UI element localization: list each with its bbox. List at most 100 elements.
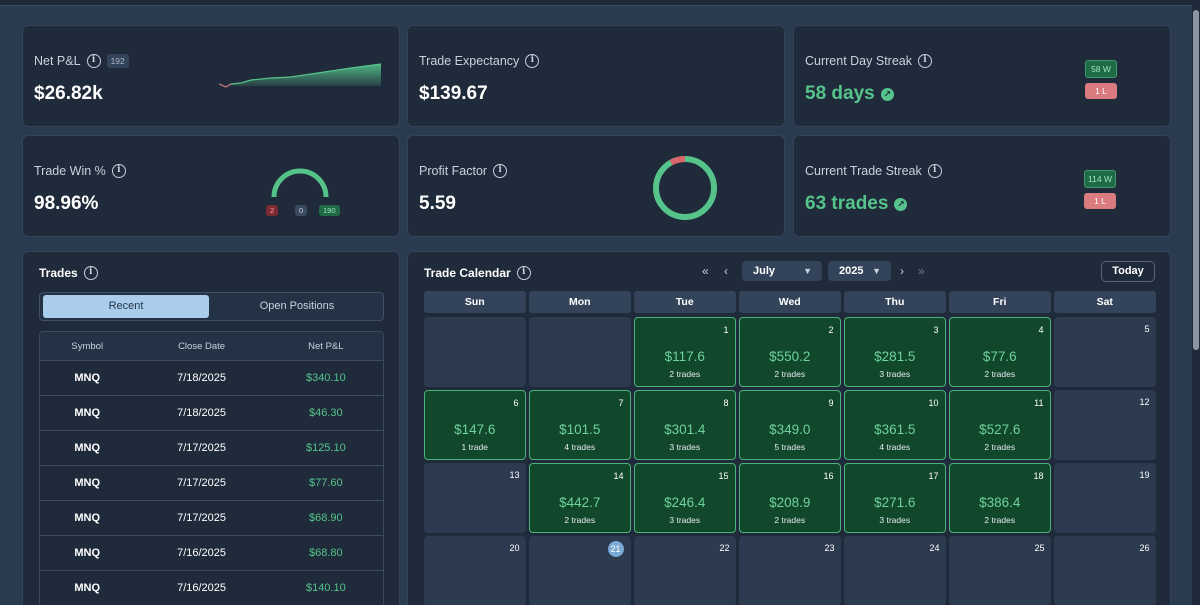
profit-factor-donut (653, 156, 717, 220)
day-trade-count: 2 trades (774, 369, 806, 379)
day-number: 9 (828, 398, 834, 408)
scrollbar-thumb[interactable] (1193, 10, 1199, 350)
table-row[interactable]: MNQ 7/18/2025 $340.10 (40, 361, 383, 396)
info-icon[interactable]: i (493, 164, 508, 178)
scrollbar[interactable] (1192, 0, 1200, 605)
column-header-close-date[interactable]: Close Date (134, 341, 268, 352)
calendar-day-1[interactable]: 1 $117.6 2 trades (634, 317, 736, 387)
day-trade-count: 2 trades (774, 515, 806, 525)
calendar-day-14[interactable]: 14 $442.7 2 trades (529, 463, 631, 533)
info-icon[interactable]: i (111, 164, 126, 178)
day-trade-count: 3 trades (879, 369, 911, 379)
day-number: 13 (509, 470, 520, 480)
info-icon[interactable]: i (86, 54, 101, 68)
calendar-day-15[interactable]: 15 $246.4 3 trades (634, 463, 736, 533)
table-row[interactable]: MNQ 7/17/2025 $68.90 (40, 501, 383, 536)
arrow-up-right-icon: ↗ (894, 197, 908, 211)
day-number: 11 (1034, 398, 1044, 408)
calendar-day-empty[interactable] (424, 317, 526, 387)
day-pnl: $386.4 (979, 495, 1021, 510)
day-number: 26 (1139, 543, 1150, 553)
next-month-icon[interactable]: › (900, 264, 904, 278)
day-pnl: $527.6 (979, 422, 1021, 437)
chevron-down-icon: ▼ (872, 266, 881, 276)
day-trade-count: 3 trades (879, 515, 911, 525)
day-trade-count: 2 trades (984, 369, 1016, 379)
calendar-day-6[interactable]: 6 $147.6 1 trade (424, 390, 526, 460)
calendar-day-21[interactable]: 21 (529, 536, 631, 605)
trade-close-date: 7/17/2025 (177, 442, 227, 454)
trades-label: Trades (39, 266, 78, 280)
day-trade-count: 2 trades (669, 369, 701, 379)
calendar-day-8[interactable]: 8 $301.4 3 trades (634, 390, 736, 460)
calendar-day-4[interactable]: 4 $77.6 2 trades (949, 317, 1051, 387)
info-icon[interactable]: i (516, 266, 531, 280)
day-number: 6 (513, 398, 519, 408)
trade-close-date: 7/17/2025 (177, 477, 227, 489)
calendar-day-23[interactable]: 23 (739, 536, 841, 605)
info-icon[interactable]: i (525, 54, 540, 68)
today-button[interactable]: Today (1101, 261, 1155, 282)
calendar-day-22[interactable]: 22 (634, 536, 736, 605)
day-number: 19 (1139, 470, 1150, 480)
win-pct-gauge (271, 168, 329, 198)
calendar-day-11[interactable]: 11 $527.6 2 trades (949, 390, 1051, 460)
trade-streak-wins: 114 W (1084, 170, 1116, 188)
calendar-day-16[interactable]: 16 $208.9 2 trades (739, 463, 841, 533)
day-number: 3 (933, 325, 939, 335)
table-row[interactable]: MNQ 7/18/2025 $46.30 (40, 396, 383, 431)
day-trade-count: 4 trades (564, 442, 596, 452)
calendar-day-9[interactable]: 9 $349.0 5 trades (739, 390, 841, 460)
tab-open-positions[interactable]: Open Positions (213, 295, 381, 318)
calendar-day-12[interactable]: 12 (1054, 390, 1156, 460)
month-select[interactable]: July ▼ (742, 261, 822, 281)
calendar-day-5[interactable]: 5 (1054, 317, 1156, 387)
prev-month-icon[interactable]: ‹ (724, 264, 728, 278)
tab-recent[interactable]: Recent (43, 295, 209, 318)
calendar-day-empty[interactable] (529, 317, 631, 387)
calendar-day-26[interactable]: 26 (1054, 536, 1156, 605)
top-bar (0, 0, 1200, 6)
calendar-day-2[interactable]: 2 $550.2 2 trades (739, 317, 841, 387)
day-trade-count: 3 trades (669, 442, 701, 452)
year-select[interactable]: 2025 ▼ (828, 261, 891, 281)
net-pnl-label: Net P&L (34, 54, 81, 68)
table-row[interactable]: MNQ 7/17/2025 $77.60 (40, 466, 383, 501)
info-icon[interactable]: i (83, 266, 98, 280)
next-year-icon[interactable]: » (918, 264, 925, 278)
weekday-header: Sat (1054, 291, 1156, 313)
calendar-day-7[interactable]: 7 $101.5 4 trades (529, 390, 631, 460)
win-pct-value: 98.96% (34, 193, 99, 214)
trade-expectancy-title: Trade Expectancy i (419, 54, 540, 68)
calendar-day-19[interactable]: 19 (1054, 463, 1156, 533)
trade-calendar-panel: Trade Calendar i « ‹ July ▼ 2025 ▼ › » T… (407, 251, 1171, 605)
column-header-net-pnl[interactable]: Net P&L (269, 341, 383, 352)
trade-close-date: 7/18/2025 (177, 372, 227, 384)
trade-streak-label: Current Trade Streak (805, 164, 922, 178)
calendar-day-10[interactable]: 10 $361.5 4 trades (844, 390, 946, 460)
calendar-day-17[interactable]: 17 $271.6 3 trades (844, 463, 946, 533)
calendar-day-18[interactable]: 18 $386.4 2 trades (949, 463, 1051, 533)
calendar-day-20[interactable]: 20 (424, 536, 526, 605)
calendar-day-13[interactable]: 13 (424, 463, 526, 533)
day-trade-count: 2 trades (984, 442, 1016, 452)
table-row[interactable]: MNQ 7/16/2025 $140.10 (40, 571, 383, 605)
info-icon[interactable]: i (917, 54, 932, 68)
trade-net-pnl: $125.10 (305, 442, 346, 454)
profit-factor-card: Profit Factor i 5.59 (407, 135, 785, 237)
table-row[interactable]: MNQ 7/16/2025 $68.80 (40, 536, 383, 571)
day-trade-count: 4 trades (879, 442, 911, 452)
prev-year-icon[interactable]: « (702, 264, 709, 278)
day-pnl: $550.2 (769, 349, 811, 364)
calendar-day-24[interactable]: 24 (844, 536, 946, 605)
calendar-day-3[interactable]: 3 $281.5 3 trades (844, 317, 946, 387)
table-row[interactable]: MNQ 7/17/2025 $125.10 (40, 431, 383, 466)
calendar-day-25[interactable]: 25 (949, 536, 1051, 605)
day-streak-wins: 58 W (1085, 60, 1117, 78)
profit-factor-value: 5.59 (419, 193, 456, 214)
net-pnl-value: $26.82k (34, 83, 103, 104)
info-icon[interactable]: i (927, 164, 942, 178)
day-number: 14 (613, 471, 624, 481)
day-number: 22 (719, 543, 730, 553)
column-header-symbol[interactable]: Symbol (40, 341, 134, 352)
